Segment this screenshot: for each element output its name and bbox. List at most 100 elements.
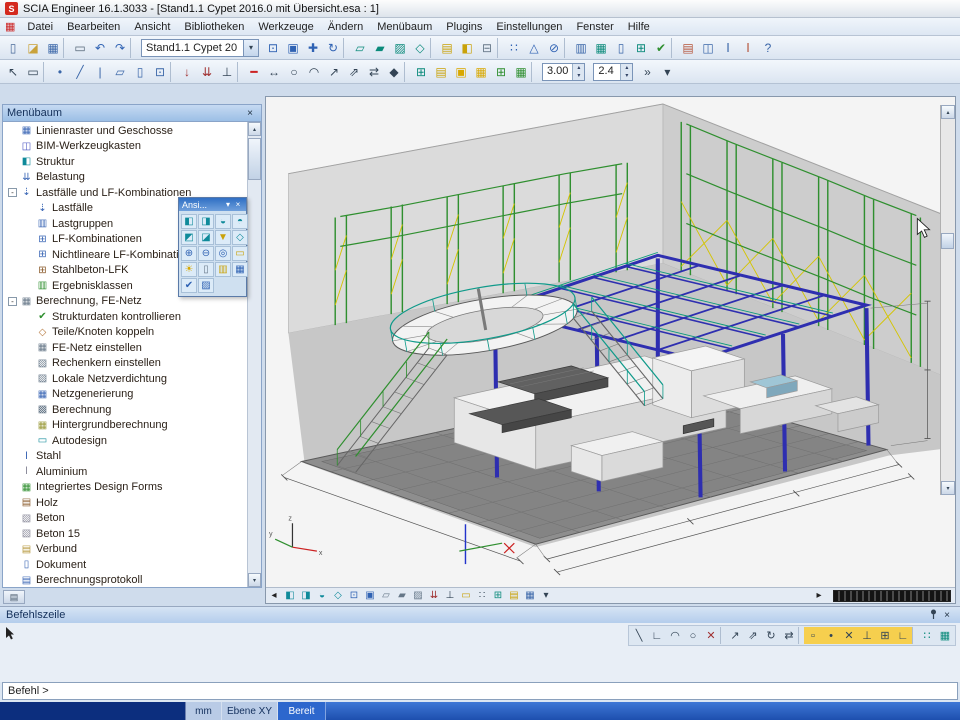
node-tool-icon[interactable]: • [50, 62, 70, 82]
view-corner-icon[interactable]: ◩ [181, 230, 197, 245]
clip-box-icon[interactable]: ▥ [215, 262, 231, 277]
save-icon[interactable]: ▦ [43, 38, 63, 58]
menu-item[interactable]: Bearbeiten [60, 20, 127, 34]
close-icon[interactable]: × [243, 108, 257, 119]
circle-tool-icon[interactable]: ○ [684, 627, 702, 644]
view-axo-icon[interactable]: ◓ [232, 214, 248, 229]
tree-expander-icon[interactable]: - [8, 188, 17, 197]
animation-strip[interactable] [833, 590, 951, 602]
spinner-arrows-icon[interactable]: ▴▾ [620, 64, 632, 80]
zoom-window-icon[interactable]: ▣ [362, 588, 378, 603]
steel-member-icon[interactable]: Ⅰ [718, 38, 738, 58]
snap-perpendicular-icon[interactable]: ⊥ [858, 627, 876, 644]
mesh-grid-icon[interactable]: ⊞ [491, 62, 511, 82]
render-options-icon[interactable]: ▦ [522, 588, 538, 603]
panel-tab-button[interactable]: ▤ [3, 590, 25, 604]
menu-item[interactable]: Ändern [321, 20, 370, 34]
tree-item[interactable]: ✔ Strukturdaten kontrollieren [3, 309, 247, 325]
more-tools-icon[interactable]: » [637, 62, 657, 82]
zoom-in-icon[interactable]: ⊕ [181, 246, 197, 261]
engineering-report-icon[interactable]: ▤ [678, 38, 698, 58]
hidden-lines-icon[interactable]: ▨ [390, 38, 410, 58]
close-icon[interactable]: × [940, 610, 954, 621]
accept-icon[interactable]: ✔ [181, 278, 197, 293]
show-labels-icon[interactable]: ▭ [458, 588, 474, 603]
scroll-down-icon[interactable]: ▾ [941, 481, 955, 495]
status-indicator[interactable]: Bereit [278, 702, 326, 720]
command-input[interactable]: Befehl > [2, 682, 958, 700]
select-arrow-icon[interactable]: ↖ [3, 62, 23, 82]
help-icon[interactable]: ? [758, 38, 778, 58]
tree-item[interactable]: ▤ Verbund [3, 542, 247, 558]
tree-item[interactable]: ▧ Rechenkern einstellen [3, 356, 247, 372]
menu-item[interactable]: Fenster [569, 20, 620, 34]
move-tool-icon[interactable]: ↗ [726, 627, 744, 644]
combobox-dropdown-icon[interactable]: ▾ [243, 40, 258, 56]
circle-tool-icon[interactable]: ○ [284, 62, 304, 82]
tree-item[interactable]: ▤ Berechnungsprotokoll [3, 573, 247, 588]
polyline-tool-icon[interactable]: ∟ [648, 627, 666, 644]
tree-item[interactable]: ▦ Netzgenerierung [3, 387, 247, 403]
value-spinner-1[interactable]: 3.00 ▴▾ [542, 63, 585, 81]
zoom-window-icon[interactable]: ▣ [283, 38, 303, 58]
menu-item[interactable]: Werkzeuge [251, 20, 320, 34]
work-plane-icon[interactable]: ▤ [506, 588, 522, 603]
bim-toolbox-icon[interactable]: ◫ [698, 38, 718, 58]
menu-item[interactable]: Datei [20, 20, 60, 34]
select-polygon-icon[interactable]: △ [524, 38, 544, 58]
redo-icon[interactable]: ↷ [110, 38, 130, 58]
view-z-icon[interactable]: ◒ [314, 588, 330, 603]
shaded-icon[interactable]: ▰ [370, 38, 390, 58]
table-input-icon[interactable]: ▦ [591, 38, 611, 58]
copy-tool-icon[interactable]: ⇗ [744, 627, 762, 644]
tree-item[interactable]: ⇊ Belastung [3, 170, 247, 186]
red-line-icon[interactable]: ━ [244, 62, 264, 82]
activity-icon[interactable]: ◧ [457, 38, 477, 58]
light-icon[interactable]: ☀ [181, 262, 197, 277]
pan-icon[interactable]: ✚ [303, 38, 323, 58]
plane-indicator[interactable]: Ebene XY [222, 702, 278, 720]
print-icon[interactable]: ▭ [70, 38, 90, 58]
mirror-tool-icon[interactable]: ⇄ [780, 627, 798, 644]
axonometry-icon[interactable]: ◇ [330, 588, 346, 603]
zoom-all-icon[interactable]: ⊡ [263, 38, 283, 58]
tree-item[interactable]: Ⅰ Aluminium [3, 464, 247, 480]
line-tool-icon[interactable]: ╲ [630, 627, 648, 644]
render-hidden-icon[interactable]: ▨ [410, 588, 426, 603]
erase-tool-icon[interactable]: ✕ [702, 627, 720, 644]
line-load-icon[interactable]: ⇊ [197, 62, 217, 82]
progress-area[interactable] [0, 702, 186, 720]
value-spinner-2-value[interactable]: 2.4 [594, 64, 620, 80]
scroll-down-icon[interactable]: ▾ [248, 573, 261, 587]
tree-item[interactable]: ▩ Berechnung [3, 402, 247, 418]
coordinates-icon[interactable]: ∷ [918, 627, 936, 644]
tree-item[interactable]: ◫ BIM-Werkzeugkasten [3, 139, 247, 155]
snap-grid-icon[interactable]: ⊞ [876, 627, 894, 644]
clipping-box-icon[interactable]: ⊟ [477, 38, 497, 58]
dimension-icon[interactable]: ↔ [264, 62, 284, 82]
rotate-view-icon[interactable]: ↻ [323, 38, 343, 58]
zoom-out-icon[interactable]: ⊖ [198, 246, 214, 261]
tree-item[interactable]: ▤ Holz [3, 495, 247, 511]
view-y-icon[interactable]: ◨ [298, 588, 314, 603]
undo-icon[interactable]: ↶ [90, 38, 110, 58]
tree-item[interactable]: ▨ Lokale Netzverdichtung [3, 371, 247, 387]
tree-item[interactable]: ▭ Autodesign [3, 433, 247, 449]
menu-item[interactable]: Menübaum [370, 20, 439, 34]
view-palette-header[interactable]: Ansi... ▾ × [179, 198, 246, 211]
chevron-down-icon[interactable]: ▾ [223, 200, 233, 209]
value-spinner-1-value[interactable]: 3.00 [543, 64, 572, 80]
view-x-icon[interactable]: ◧ [282, 588, 298, 603]
copy-icon[interactable]: ⇗ [344, 62, 364, 82]
view-xz-icon[interactable]: ◨ [198, 214, 214, 229]
move-icon[interactable]: ↗ [324, 62, 344, 82]
show-supports-icon[interactable]: ⊥ [442, 588, 458, 603]
close-icon[interactable]: × [233, 200, 243, 209]
calculator-icon[interactable]: ⊞ [631, 38, 651, 58]
view-options-icon[interactable]: ▾ [538, 588, 554, 603]
properties-icon[interactable]: ▥ [571, 38, 591, 58]
view-bottom-icon[interactable]: ◪ [198, 230, 214, 245]
layers-icon[interactable]: ▤ [437, 38, 457, 58]
opening-tool-icon[interactable]: ⊡ [150, 62, 170, 82]
tree-item[interactable]: ▯ Dokument [3, 557, 247, 573]
